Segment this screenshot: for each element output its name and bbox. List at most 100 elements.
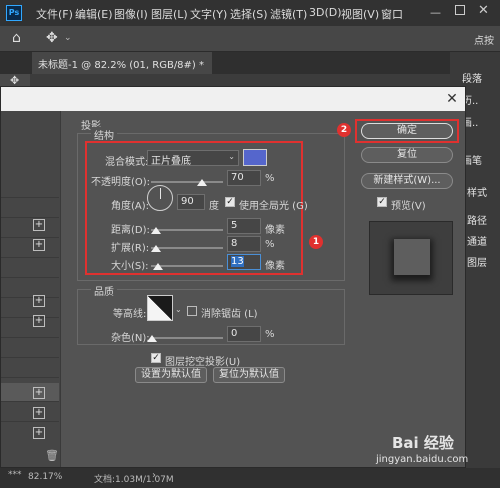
menu-layer[interactable]: 图层(L) (151, 6, 188, 22)
knockout-label: 图层挖空投影(U) (165, 357, 241, 368)
reset-button[interactable]: 复位 (361, 147, 453, 163)
maximize-icon[interactable] (455, 5, 465, 15)
contour-preview[interactable] (147, 295, 173, 321)
minimize-icon[interactable]: — (430, 6, 441, 19)
menu-file[interactable]: 文件(F) (36, 6, 73, 22)
panel-layers[interactable]: 图层 (467, 254, 487, 269)
menu-select[interactable]: 选择(S) (230, 6, 268, 22)
global-light-checkbox[interactable]: ✓ (225, 197, 235, 207)
distance-unit: 像素 (265, 225, 285, 236)
list-divider (1, 337, 59, 338)
dialog-close-icon[interactable]: ✕ (443, 90, 461, 108)
menu-type[interactable]: 文字(Y) (190, 6, 227, 22)
baidu-watermark: Bai 经验 (392, 434, 454, 452)
noise-input[interactable]: 0 (227, 326, 261, 342)
global-light-label: 使用全局光 (G) (239, 201, 308, 212)
list-item-selected[interactable] (1, 383, 59, 401)
list-divider (1, 277, 59, 278)
angle-dial[interactable] (147, 185, 173, 211)
preview-area (369, 221, 453, 295)
menu-filter[interactable]: 滤镜(T) (270, 6, 307, 22)
preview-label: 预览(V) (391, 201, 426, 212)
list-divider (1, 257, 59, 258)
blend-mode-value: 正片叠底 (151, 156, 191, 167)
add-icon[interactable]: + (33, 295, 45, 307)
distance-input[interactable]: 5 (227, 218, 261, 234)
noise-slider[interactable] (151, 337, 223, 339)
panel-styles[interactable]: 样式 (467, 184, 487, 199)
add-icon[interactable]: + (33, 427, 45, 439)
ok-button[interactable]: 确定 (361, 123, 453, 139)
list-divider (1, 401, 59, 402)
list-divider (1, 217, 59, 218)
list-divider (1, 197, 59, 198)
home-icon[interactable]: ⌂ (12, 30, 21, 46)
antialias-checkbox[interactable] (187, 306, 197, 316)
move-tool-icon[interactable]: ✥ (46, 30, 58, 46)
menu-image[interactable]: 图像(I) (114, 6, 148, 22)
new-style-button[interactable]: 新建样式(W)... (361, 173, 453, 189)
reset-default-button[interactable]: 复位为默认值 (213, 367, 285, 383)
chevron-down-icon[interactable]: ⌄ (64, 33, 72, 43)
photoshop-logo: Ps (6, 5, 22, 21)
distance-slider[interactable] (151, 229, 223, 231)
structure-title: 结构 (91, 127, 117, 142)
window-close-icon[interactable]: ✕ (478, 3, 489, 18)
preview-checkbox[interactable]: ✓ (377, 197, 387, 207)
size-slider-thumb[interactable] (153, 263, 163, 270)
add-icon[interactable]: + (33, 239, 45, 251)
panel-paths[interactable]: 路径 (467, 212, 487, 227)
opacity-slider-thumb[interactable] (197, 179, 207, 186)
blend-mode-select[interactable]: 正片叠底 ⌄ (147, 150, 239, 167)
add-icon[interactable]: + (33, 407, 45, 419)
menu-view[interactable]: 视图(V) (341, 6, 379, 22)
options-bar (0, 26, 500, 52)
add-icon[interactable]: + (33, 219, 45, 231)
opacity-input[interactable]: 70 (227, 170, 261, 186)
set-default-button[interactable]: 设置为默认值 (135, 367, 207, 383)
size-input[interactable]: 13 (227, 254, 261, 270)
panel-channels[interactable]: 通道 (467, 233, 487, 248)
layer-style-dialog: ✕ + + + + + + + 🗑 投影 结构 混合模式: 正片叠底 ⌄ 不透明… (0, 86, 466, 468)
panel-paragraph[interactable]: 段落 (462, 70, 482, 85)
chevron-right-icon[interactable]: › (152, 470, 156, 481)
style-list: + + + + + + + 🗑 (1, 111, 61, 467)
shadow-color-swatch[interactable] (243, 149, 267, 166)
noise-label: 杂色(N): (111, 333, 150, 344)
add-icon[interactable]: + (33, 315, 45, 327)
spread-slider[interactable] (151, 247, 223, 249)
step-badge-1: 1 (309, 235, 323, 249)
trash-icon[interactable]: 🗑 (45, 449, 59, 462)
menu-edit[interactable]: 编辑(E) (75, 6, 113, 22)
step-badge-2: 2 (337, 123, 351, 137)
document-tab[interactable]: 未标题-1 @ 82.2% (01, RGB/8#) * (32, 52, 212, 74)
status-bar (0, 468, 500, 488)
status-doc-size: 文档:1.03M/1.07M (94, 475, 174, 485)
antialias-label: 消除锯齿 (L) (201, 309, 258, 320)
knockout-checkbox[interactable]: ✓ (151, 353, 161, 363)
chevron-down-icon[interactable]: ⌄ (175, 305, 182, 314)
quality-title: 品质 (91, 283, 117, 298)
opacity-slider[interactable] (151, 181, 223, 183)
noise-slider-thumb[interactable] (147, 335, 157, 342)
spread-unit: % (265, 239, 275, 250)
add-icon[interactable]: + (33, 387, 45, 399)
angle-unit: 度 (209, 201, 219, 212)
distance-slider-thumb[interactable] (151, 227, 161, 234)
menu-window[interactable]: 窗口 (381, 6, 403, 22)
spread-input[interactable]: 8 (227, 236, 261, 252)
spread-label: 扩展(R): (111, 243, 150, 254)
opacity-unit: % (265, 173, 275, 184)
option-bar-right[interactable]: 点按 (474, 32, 494, 47)
angle-dial-needle (160, 188, 161, 199)
status-zoom: 82.17% (28, 472, 63, 482)
menu-3d[interactable]: 3D(D) (309, 6, 342, 19)
angle-input[interactable]: 90 (177, 194, 205, 210)
list-divider (1, 377, 59, 378)
spread-slider-thumb[interactable] (151, 245, 161, 252)
dialog-title-bar (1, 87, 465, 111)
distance-label: 距离(D): (111, 225, 150, 236)
status-dots: *** (8, 470, 22, 480)
size-unit: 像素 (265, 261, 285, 272)
size-value: 13 (231, 256, 244, 267)
